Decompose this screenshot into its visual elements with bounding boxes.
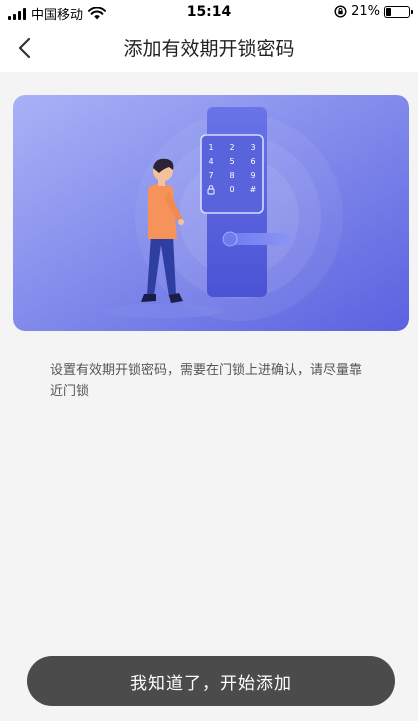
keypad-key: 0 bbox=[229, 185, 234, 194]
battery-fill bbox=[386, 7, 391, 16]
keypad-key: 6 bbox=[250, 157, 255, 166]
orientation-lock-icon bbox=[334, 5, 347, 18]
instruction-text: 设置有效期开锁密码，需要在门锁上进确认，请尽量靠近门锁 bbox=[50, 363, 363, 399]
page-title: 添加有效期开锁密码 bbox=[123, 38, 295, 60]
floor-shadow bbox=[103, 304, 223, 318]
keypad-key: 5 bbox=[229, 157, 234, 166]
status-bar: 中国移动 15:14 21% bbox=[0, 0, 418, 24]
keypad-key: 1 bbox=[208, 143, 213, 152]
nav-bar: 添加有效期开锁密码 bbox=[0, 24, 418, 72]
keypad-key: # bbox=[250, 185, 257, 194]
keypad-key: 7 bbox=[208, 171, 213, 180]
battery-icon bbox=[384, 5, 413, 18]
keypad-key: 8 bbox=[229, 171, 234, 180]
keypad-key: 9 bbox=[250, 171, 255, 180]
keypad-key: 4 bbox=[208, 157, 213, 166]
back-button[interactable] bbox=[10, 32, 40, 64]
smart-lock-illustration: 1 2 3 4 5 6 7 8 9 0 # bbox=[13, 95, 409, 331]
chevron-left-icon bbox=[18, 37, 31, 59]
keypad-key: 2 bbox=[229, 143, 234, 152]
illustration-svg: 1 2 3 4 5 6 7 8 9 0 # bbox=[13, 95, 409, 331]
battery-percent: 21% bbox=[351, 4, 380, 19]
keypad-key: 3 bbox=[250, 143, 255, 152]
status-right: 21% bbox=[334, 4, 413, 19]
start-add-button[interactable]: 我知道了，开始添加 bbox=[27, 656, 395, 706]
